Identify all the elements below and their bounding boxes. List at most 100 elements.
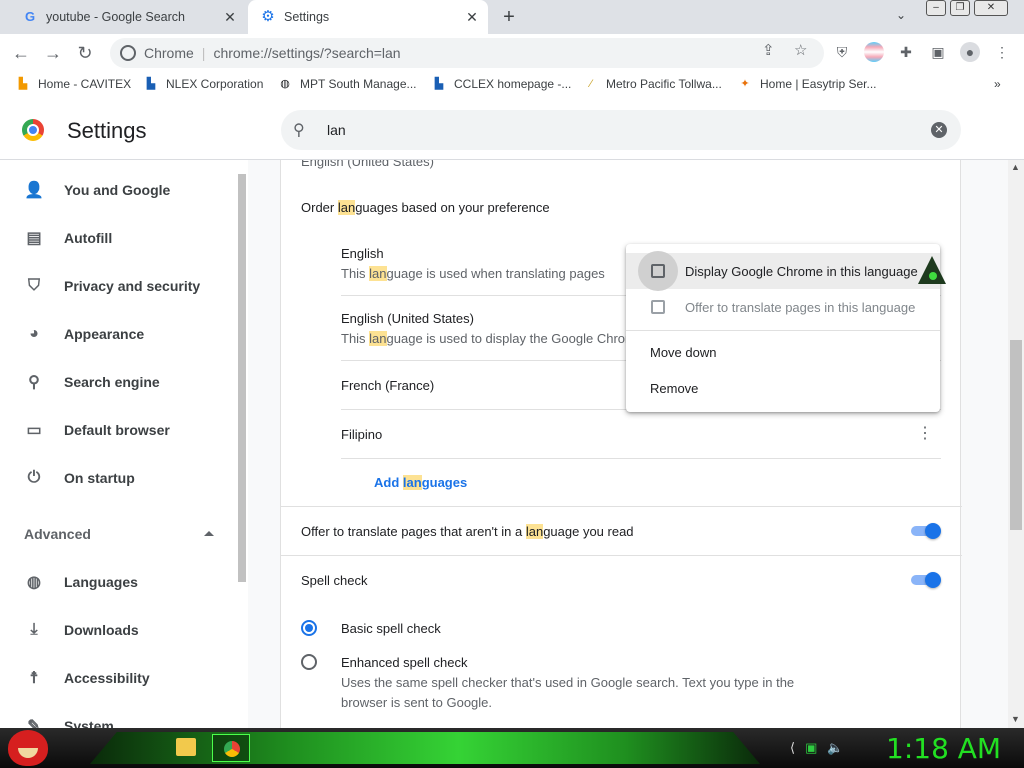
menu-item-remove[interactable]: Remove (626, 370, 940, 406)
order-languages-label: Order languages based on your preference (301, 200, 550, 215)
language-options-kebab-icon[interactable]: ⋮ (917, 425, 933, 443)
bookmark-item[interactable]: ◍ MPT South Manage... (278, 77, 416, 91)
offer-translate-label: Offer to translate pages that aren't in … (301, 524, 634, 539)
sidebar-item-you-and-google[interactable]: 👤 You and Google (0, 166, 236, 214)
sidebar-scroll-thumb[interactable] (238, 174, 246, 582)
bookmark-item[interactable]: ✦ Home | Easytrip Ser... (738, 77, 876, 91)
extensions-puzzle-icon[interactable]: ✚ (896, 42, 916, 62)
page-title: Settings (67, 118, 147, 143)
language-desc: This language is used when translating p… (341, 266, 605, 281)
tab-google-search[interactable]: G youtube - Google Search ✕ (8, 0, 246, 34)
forward-arrow-icon[interactable]: → (42, 42, 64, 64)
bookmarks-overflow-icon[interactable]: » (994, 77, 1001, 91)
system-tray: ⟨ ▣ 🔈 (790, 740, 844, 756)
sidebar-item-downloads[interactable]: ⤓ Downloads (0, 606, 236, 654)
accessibility-icon: ☨ (29, 670, 39, 687)
menu-item-display-in-language[interactable]: Display Google Chrome in this language (626, 251, 940, 291)
page-scroll-thumb[interactable] (1010, 340, 1022, 530)
tray-arrow-icon[interactable]: ⟨ (790, 740, 795, 756)
bookmark-item[interactable]: ▙ Home - CAVITEX (16, 77, 131, 91)
bookmark-item[interactable]: ⁄ Metro Pacific Tollwa... (584, 77, 722, 91)
bookmark-item[interactable]: ▙ NLEX Corporation (144, 77, 264, 91)
menu-kebab-icon[interactable]: ⋮ (992, 42, 1012, 62)
bookmark-favicon-icon: ▙ (18, 78, 28, 90)
enhanced-spell-check-radio[interactable] (301, 654, 317, 670)
caret-up-icon[interactable] (204, 531, 214, 536)
scroll-up-arrow-icon[interactable]: ▲ (1011, 162, 1020, 172)
sidebar-item-on-startup[interactable]: ⏻ On startup (0, 454, 236, 502)
sidebar-item-privacy[interactable]: ⛉ Privacy and security (0, 262, 236, 310)
basic-spell-check-radio[interactable] (301, 620, 317, 636)
sidebar-scrollbar[interactable] (236, 172, 248, 724)
browser-icon: ▭ (26, 422, 42, 439)
bookmark-star-icon[interactable]: ☆ (794, 41, 807, 59)
taskbar-chrome-button[interactable] (212, 734, 250, 762)
sidebar-item-search-engine[interactable]: ⚲ Search engine (0, 358, 236, 406)
google-icon: G (24, 9, 36, 24)
advanced-section-toggle[interactable]: Advanced (24, 526, 91, 542)
start-menu-bird-icon[interactable] (8, 730, 48, 766)
settings-search[interactable]: ⚲ ✕ (281, 110, 961, 150)
enhanced-spell-check-desc: Uses the same spell checker that's used … (341, 675, 795, 690)
offer-translate-toggle[interactable] (911, 523, 941, 539)
menu-item-offer-translate[interactable]: Offer to translate pages in this languag… (626, 289, 940, 325)
bookmark-item[interactable]: ▙ CCLEX homepage -... (432, 77, 572, 91)
clipboard-icon: ▤ (26, 230, 42, 247)
restore-button[interactable]: ❐ (950, 0, 970, 16)
extension-flag-icon[interactable] (864, 42, 884, 62)
sidebar-item-system[interactable]: ✎ System (0, 702, 236, 728)
close-tab-icon[interactable]: ✕ (222, 9, 238, 25)
settings-sidebar: 👤 You and Google ▤ Autofill ⛉ Privacy and s… (0, 160, 248, 728)
taskbar-clock[interactable]: 1:18 AM (886, 732, 1001, 765)
sidebar-item-autofill[interactable]: ▤ Autofill (0, 214, 236, 262)
close-tab-icon[interactable]: ✕ (464, 9, 480, 25)
globe-icon: ◍ (27, 574, 41, 591)
volume-icon[interactable]: 🔈 (827, 740, 843, 756)
clear-search-icon[interactable]: ✕ (931, 122, 947, 138)
new-tab-button[interactable]: + (498, 6, 520, 28)
file-explorer-icon[interactable] (176, 738, 196, 756)
spell-check-toggle[interactable] (911, 572, 941, 588)
partial-language-text: English (United States) (301, 160, 434, 169)
sidebar-item-accessibility[interactable]: ☨ Accessibility (0, 654, 236, 702)
side-panel-icon[interactable]: ▣ (928, 42, 948, 62)
enhanced-spell-check-desc: browser is sent to Google. (341, 695, 493, 710)
offer-translate-checkbox[interactable] (651, 300, 665, 314)
sidebar-item-appearance[interactable]: ◕ Appearance (0, 310, 236, 358)
close-window-button[interactable]: ✕ (974, 0, 1008, 16)
ublock-extension-icon[interactable]: ⛨ (832, 42, 852, 62)
reload-icon[interactable]: ↻ (74, 42, 96, 64)
add-languages-button[interactable]: Add languages (374, 475, 467, 490)
power-icon: ⏻ (27, 469, 41, 486)
tab-strip: G youtube - Google Search ✕ ⚙ Settings ✕… (0, 0, 1024, 34)
chrome-icon (224, 741, 240, 757)
bookmark-favicon-icon: ▙ (434, 78, 444, 90)
share-icon[interactable]: ⇪ (762, 41, 775, 59)
network-icon[interactable]: ▣ (805, 740, 817, 756)
tab-search-chevron-icon[interactable]: ⌄ (896, 8, 906, 22)
display-language-checkbox[interactable] (651, 264, 665, 278)
enhanced-spell-check-label: Enhanced spell check (341, 655, 468, 670)
minimize-button[interactable]: – (926, 0, 946, 16)
language-desc: This language is used to display the Goo… (341, 331, 636, 346)
site-info-icon[interactable] (120, 45, 136, 61)
back-arrow-icon[interactable]: ← (10, 42, 32, 64)
url-text: chrome://settings/?search=lan (213, 45, 401, 61)
sidebar-item-default-browser[interactable]: ▭ Default browser (0, 406, 236, 454)
tab-settings[interactable]: ⚙ Settings ✕ (248, 0, 488, 34)
chrome-logo-icon (22, 119, 44, 141)
scroll-down-arrow-icon[interactable]: ▼ (1011, 714, 1020, 724)
language-context-menu: Display Google Chrome in this language O… (626, 244, 940, 412)
sidebar-item-languages[interactable]: ◍ Languages (0, 558, 236, 606)
address-bar[interactable]: Chrome | chrome://settings/?search=lan (110, 38, 824, 68)
scheme-label: Chrome (144, 45, 194, 61)
page-scrollbar[interactable]: ▲ ▼ (1008, 160, 1024, 728)
language-name: Filipino (341, 427, 383, 442)
menu-item-move-down[interactable]: Move down (626, 334, 940, 370)
search-input[interactable] (327, 120, 907, 140)
shield-icon: ⛉ (27, 277, 40, 294)
wrench-icon: ✎ (27, 718, 41, 728)
window-controls: – ❐ ✕ (926, 0, 1018, 18)
profile-avatar-icon[interactable]: ● (960, 42, 980, 62)
bookmarks-bar: ▙ Home - CAVITEX ▙ NLEX Corporation ◍ MPT S… (0, 72, 1024, 98)
